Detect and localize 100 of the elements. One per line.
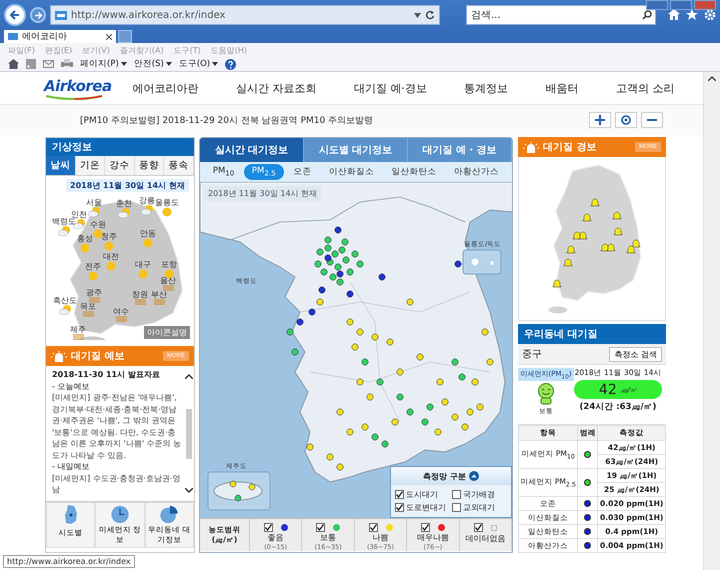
check-icon — [264, 524, 272, 530]
sun-icon — [162, 207, 172, 217]
home-icon[interactable] — [668, 9, 680, 20]
printer-icon[interactable] — [61, 59, 73, 69]
checkbox[interactable] — [452, 490, 461, 499]
status-url: http://www.airkorea.or.kr/index — [3, 555, 135, 568]
zoom-in-button[interactable] — [589, 112, 611, 128]
zoom-out-button[interactable] — [641, 112, 663, 128]
weather-tab[interactable]: 강수 — [105, 156, 135, 175]
command-menu[interactable]: 페이지(P) — [80, 58, 127, 70]
average-value: (24시간 :63㎍/㎥) — [580, 401, 656, 413]
panel-title: 대기질 경보 — [543, 141, 598, 154]
reset-zoom-button[interactable] — [615, 112, 637, 128]
city-name: 강릉 — [139, 196, 155, 205]
checkbox[interactable] — [395, 503, 404, 512]
close-icon[interactable] — [106, 34, 112, 40]
pollutant-tab[interactable]: 아황산가스 — [446, 164, 508, 180]
scrollbar[interactable] — [703, 72, 720, 570]
checkbox[interactable] — [452, 503, 461, 512]
legend-label: 매우나쁨 — [416, 532, 449, 543]
nav-link[interactable]: 대기질 예·경보 — [354, 80, 427, 96]
sun-cloud-icon — [140, 205, 154, 215]
help-icon[interactable] — [225, 58, 236, 70]
station-search-button[interactable]: 측정소 검색 — [609, 346, 662, 362]
browser-tab[interactable]: 에어코리아 — [4, 30, 116, 43]
weather-tab[interactable]: 날씨 — [46, 156, 76, 175]
collapse-icon[interactable] — [468, 471, 479, 481]
nav-link[interactable]: 에어코리아란 — [132, 80, 199, 96]
korea-map-icon — [64, 505, 78, 527]
nav-link[interactable]: 배움터 — [545, 80, 578, 96]
search-field[interactable]: 검색... — [466, 5, 656, 25]
city-name: 춘천 — [116, 199, 132, 208]
scroll-down-icon — [185, 488, 193, 493]
clock-icon — [108, 505, 131, 524]
command-menu[interactable]: 안전(S) — [134, 58, 172, 70]
city-name: 여수 — [113, 307, 129, 316]
checkbox[interactable] — [420, 522, 430, 532]
pollutant-tab[interactable]: PM$_{2.5}$ — [244, 164, 284, 180]
haze-icon — [162, 285, 174, 291]
back-button[interactable] — [4, 4, 26, 26]
city-name: 목포 — [80, 302, 96, 311]
haze-icon — [134, 299, 146, 305]
forecast-heading: - 내일예보 — [52, 461, 90, 472]
weather-tab[interactable]: 풍속 — [164, 156, 194, 175]
feed-icon[interactable] — [26, 59, 36, 69]
haze-icon — [72, 334, 84, 340]
checkbox[interactable] — [264, 522, 273, 532]
checkbox[interactable] — [368, 522, 378, 532]
pollutant-tab[interactable]: 오존 — [285, 164, 320, 180]
nav-link[interactable]: 통계정보 — [464, 80, 508, 96]
command-menu[interactable]: 도구(O) — [178, 58, 218, 70]
star-icon[interactable] — [686, 9, 698, 21]
smiley-character-drawing — [536, 383, 556, 406]
pollutant-tab[interactable]: 이산화질소 — [320, 164, 382, 180]
sun-icon — [138, 269, 148, 279]
refresh-icon — [425, 10, 435, 20]
nav-link[interactable]: 고객의 소리 — [616, 80, 674, 96]
tab-title: 에어코리아 — [22, 31, 68, 43]
legend-label: 좋음 — [268, 532, 284, 543]
city-name: 서울 — [86, 198, 102, 207]
city-name: 수원 — [90, 220, 106, 229]
panel-title: 대기질 예보 — [71, 350, 126, 363]
weather-tab[interactable]: 풍향 — [134, 156, 164, 175]
forward-button[interactable] — [30, 7, 46, 23]
city-name: 대구 — [135, 260, 151, 269]
forecast-text: [미세먼지] 광주·전남은 '매우나쁨', 경기북부·대전·세종·충북·전북·영남권·제주권은 '나쁨', 그 밖의 권역은 '보통'으로 예상됨. 다만, 수도권·충남은 이른 오후까지 '나쁨' 수준의 농도가 나타날 수 있음. — [52, 392, 182, 461]
back-arrow-icon — [9, 9, 21, 21]
logo-text[interactable]: Airkorea — [44, 76, 112, 94]
home-icon[interactable] — [8, 59, 19, 69]
nav-link[interactable]: 실시간 자료조회 — [236, 80, 316, 96]
panel-title: 기상정보 — [46, 138, 194, 156]
haze-icon — [88, 297, 100, 303]
settings-icon[interactable] — [704, 9, 716, 21]
caret-icon — [166, 62, 172, 66]
pollutant-tab[interactable]: 일산화탄소 — [384, 164, 445, 180]
map-tab[interactable]: 실시간 대기정보 — [200, 138, 304, 162]
city-name: 안동 — [140, 229, 156, 238]
target-icon — [621, 115, 631, 125]
weather-tab[interactable]: 기온 — [76, 156, 106, 175]
city-name: 대전 — [103, 252, 119, 261]
caret-icon — [212, 62, 218, 66]
sun-cloud-icon — [88, 207, 100, 217]
checkbox[interactable] — [474, 523, 483, 532]
scroll-up-icon — [708, 76, 716, 81]
city-name: 청주 — [101, 232, 117, 241]
checkbox[interactable] — [395, 490, 404, 499]
siren-icon — [51, 350, 67, 362]
city-name: 인천 — [71, 210, 87, 219]
checkbox-label: 도로변대기 — [406, 502, 446, 513]
siren-icon — [523, 142, 539, 152]
forecast-heading: - 오늘예보 — [52, 380, 90, 392]
icon-legend-button[interactable]: 아이콘설명 — [144, 326, 190, 339]
pollutant-tab[interactable]: PM$_{10}$ — [204, 164, 242, 180]
mail-icon[interactable] — [43, 60, 54, 68]
check-icon — [317, 524, 324, 530]
sun-icon — [164, 269, 174, 279]
sun-cloud-icon — [118, 208, 130, 218]
checkbox[interactable] — [316, 522, 326, 532]
address-bar[interactable]: http://www.airkorea.or.kr/index — [50, 5, 440, 25]
scroll-up-icon — [185, 374, 193, 379]
